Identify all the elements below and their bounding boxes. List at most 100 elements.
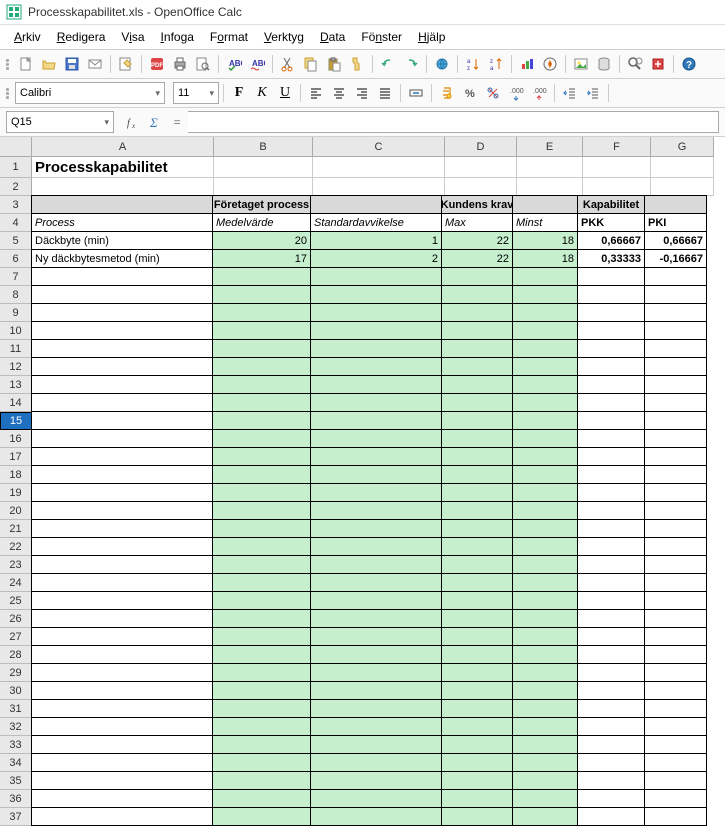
- cell[interactable]: [212, 627, 311, 646]
- cell[interactable]: [212, 465, 311, 484]
- cell[interactable]: [310, 609, 442, 628]
- cell[interactable]: [313, 157, 445, 178]
- help-button[interactable]: ?: [678, 53, 700, 75]
- cell[interactable]: [644, 807, 707, 826]
- cell[interactable]: [644, 663, 707, 682]
- cell[interactable]: [310, 465, 442, 484]
- cell[interactable]: [577, 627, 645, 646]
- row-header[interactable]: 28: [0, 646, 32, 664]
- cell[interactable]: [31, 573, 213, 592]
- align-right-button[interactable]: [351, 82, 373, 104]
- increase-indent-button[interactable]: [582, 82, 604, 104]
- row-header[interactable]: 32: [0, 718, 32, 736]
- cell[interactable]: [31, 807, 213, 826]
- align-center-button[interactable]: [328, 82, 350, 104]
- cell[interactable]: [212, 591, 311, 610]
- cell[interactable]: [31, 303, 213, 322]
- cell[interactable]: [31, 483, 213, 502]
- cell[interactable]: [31, 375, 213, 394]
- cell[interactable]: [31, 195, 213, 214]
- cell[interactable]: [310, 447, 442, 466]
- row-header[interactable]: 21: [0, 520, 32, 538]
- function-equals-button[interactable]: =: [166, 111, 188, 133]
- print-button[interactable]: [169, 53, 191, 75]
- cell[interactable]: [441, 717, 513, 736]
- cell[interactable]: [212, 483, 311, 502]
- cell[interactable]: [512, 303, 578, 322]
- cell[interactable]: [31, 429, 213, 448]
- select-all-corner[interactable]: [0, 137, 32, 157]
- cell[interactable]: [512, 357, 578, 376]
- cell[interactable]: [512, 537, 578, 556]
- cell[interactable]: Kundens krav: [441, 195, 513, 214]
- pdf-button[interactable]: PDF: [146, 53, 168, 75]
- row-header[interactable]: 4: [0, 214, 32, 232]
- cell[interactable]: Företaget process: [212, 195, 311, 214]
- row-header[interactable]: 25: [0, 592, 32, 610]
- cell[interactable]: [31, 699, 213, 718]
- currency-button[interactable]: [436, 82, 458, 104]
- email-button[interactable]: [84, 53, 106, 75]
- cell[interactable]: [31, 717, 213, 736]
- cell[interactable]: [644, 303, 707, 322]
- bold-button[interactable]: F: [228, 82, 250, 104]
- gallery-button[interactable]: [570, 53, 592, 75]
- row-header[interactable]: 1: [0, 157, 32, 178]
- cell[interactable]: [214, 157, 313, 178]
- row-header[interactable]: 2: [0, 178, 32, 196]
- cell[interactable]: [31, 555, 213, 574]
- cell[interactable]: [644, 411, 707, 430]
- cell[interactable]: [212, 393, 311, 412]
- cell[interactable]: [310, 357, 442, 376]
- cell[interactable]: 0,66667: [644, 231, 707, 250]
- sum-button[interactable]: Σ: [144, 111, 166, 133]
- row-header[interactable]: 36: [0, 790, 32, 808]
- cell[interactable]: [441, 321, 513, 340]
- open-button[interactable]: [38, 53, 60, 75]
- align-left-button[interactable]: [305, 82, 327, 104]
- cell[interactable]: [212, 681, 311, 700]
- toolbar-grip[interactable]: [6, 83, 12, 103]
- cell[interactable]: [310, 699, 442, 718]
- preview-button[interactable]: [192, 53, 214, 75]
- cell[interactable]: [31, 735, 213, 754]
- cell[interactable]: [512, 573, 578, 592]
- cell[interactable]: [512, 681, 578, 700]
- cell[interactable]: [644, 573, 707, 592]
- cell[interactable]: [441, 429, 513, 448]
- row-header[interactable]: 5: [0, 232, 32, 250]
- cell[interactable]: [31, 447, 213, 466]
- cell[interactable]: [577, 501, 645, 520]
- cell[interactable]: [577, 717, 645, 736]
- cell[interactable]: [577, 573, 645, 592]
- cell[interactable]: [310, 627, 442, 646]
- cell[interactable]: [512, 285, 578, 304]
- row-header[interactable]: 34: [0, 754, 32, 772]
- cell[interactable]: [445, 157, 517, 178]
- cell[interactable]: [644, 537, 707, 556]
- cell[interactable]: Däckbyte (min): [31, 231, 213, 250]
- cell[interactable]: 1: [310, 231, 442, 250]
- row-header[interactable]: 15: [0, 412, 32, 430]
- cell[interactable]: -0,16667: [644, 249, 707, 268]
- cell[interactable]: [212, 303, 311, 322]
- row-header[interactable]: 14: [0, 394, 32, 412]
- cell[interactable]: [577, 447, 645, 466]
- cell[interactable]: [212, 645, 311, 664]
- cell[interactable]: [512, 807, 578, 826]
- cell[interactable]: [31, 609, 213, 628]
- cell[interactable]: [31, 465, 213, 484]
- menu-infoga[interactable]: Infoga: [153, 27, 202, 47]
- cell[interactable]: [577, 609, 645, 628]
- toolbar-grip[interactable]: [6, 54, 12, 74]
- cut-button[interactable]: [277, 53, 299, 75]
- menu-verktyg[interactable]: Verktyg: [256, 27, 312, 47]
- cell[interactable]: [644, 717, 707, 736]
- cell[interactable]: [644, 483, 707, 502]
- cell[interactable]: [644, 627, 707, 646]
- cell[interactable]: [441, 285, 513, 304]
- cell[interactable]: [577, 663, 645, 682]
- cell[interactable]: Medelvärde: [212, 213, 311, 232]
- underline-button[interactable]: U: [274, 82, 296, 104]
- chart-button[interactable]: [516, 53, 538, 75]
